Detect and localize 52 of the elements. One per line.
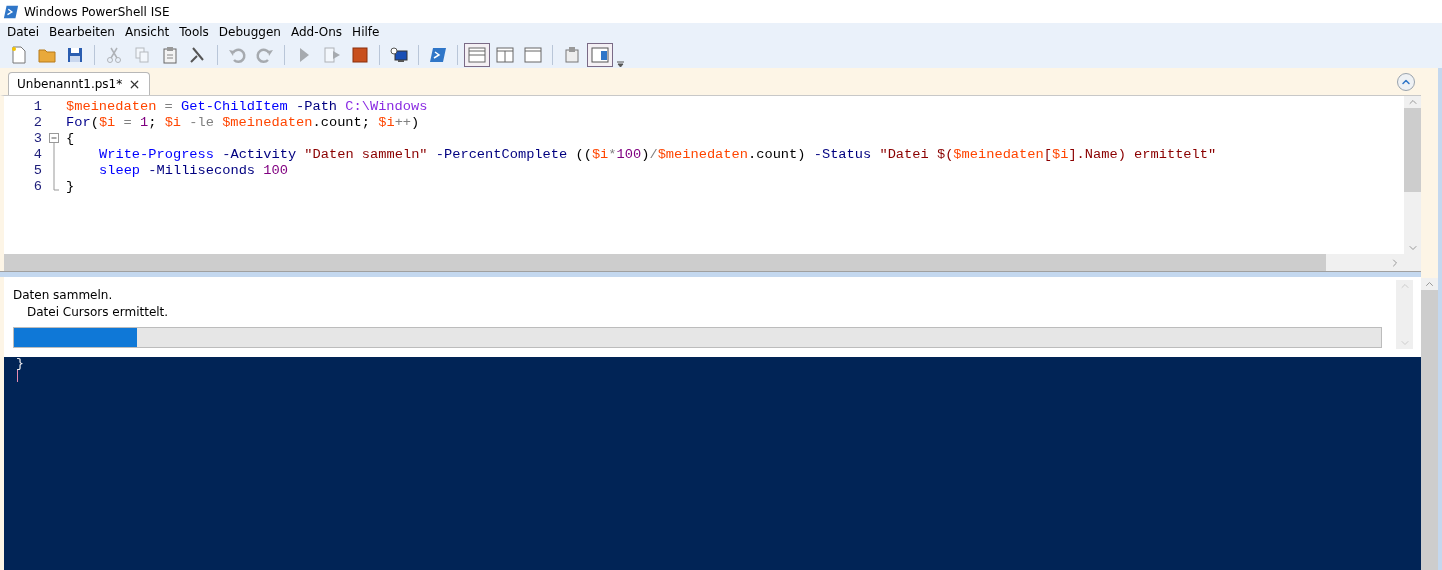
collapse-icon[interactable] xyxy=(49,130,59,146)
toolbar-button[interactable] xyxy=(464,42,490,67)
powershell-icon xyxy=(3,3,19,20)
menu-item[interactable]: Ansicht xyxy=(119,25,175,39)
progress-activity: Daten sammeln. xyxy=(13,287,114,304)
horizontal-scrollbar[interactable] xyxy=(0,254,1421,271)
window-title: Windows PowerShell ISE xyxy=(24,4,170,19)
copy-icon xyxy=(133,45,151,64)
brush-icon xyxy=(189,45,207,64)
menu-item[interactable]: Debuggen xyxy=(213,25,286,39)
code-line: sleep -Milliseconds 100 xyxy=(98,162,288,178)
console-line: } xyxy=(16,357,25,370)
snippet-icon xyxy=(563,45,581,64)
pane-top-icon xyxy=(468,45,486,64)
vertical-scrollbar[interactable] xyxy=(1421,278,1438,570)
line-number: 6 xyxy=(32,178,42,194)
code-line: { xyxy=(66,130,75,146)
scissors-icon xyxy=(105,45,123,64)
line-number: 5 xyxy=(32,162,42,178)
line-number: 1 xyxy=(32,98,42,114)
text-cursor xyxy=(17,370,18,382)
pane-maximize-icon xyxy=(524,45,542,64)
vertical-scrollbar[interactable] xyxy=(1404,96,1421,254)
powershell-icon xyxy=(429,45,447,64)
new-file-icon xyxy=(10,45,28,64)
line-number: 2 xyxy=(32,114,42,130)
collapse-button[interactable] xyxy=(1397,72,1415,91)
code-line: $meinedaten = Get-ChildItem -Path C:\Windows xyxy=(66,98,428,114)
line-number: 3 xyxy=(32,130,42,146)
show-script-pane-icon xyxy=(591,45,609,64)
vertical-scrollbar[interactable] xyxy=(1396,280,1413,349)
toolbar-button[interactable] xyxy=(587,42,613,67)
stop-icon xyxy=(351,45,369,64)
menu-item[interactable]: Bearbeiten xyxy=(44,25,120,39)
save-icon xyxy=(66,45,84,64)
chevron-up-icon[interactable] xyxy=(1421,278,1438,290)
code-line: Write-Progress -Activity "Daten sammeln" -PercentComplete (($i*100)/$meinedaten.count) -Status "Datei $($meinedaten[$i].Name) ermittelt" xyxy=(98,146,1217,162)
clipboard-icon xyxy=(161,45,179,64)
file-tab[interactable]: Unbenannt1.ps1* xyxy=(8,72,151,95)
code-line: } xyxy=(66,178,75,194)
pane-right-icon xyxy=(496,45,514,64)
menu-item[interactable]: Hilfe xyxy=(347,25,385,39)
overflow-icon[interactable] xyxy=(616,60,624,67)
menu-item[interactable]: Tools xyxy=(174,25,214,39)
menu-item[interactable]: Datei xyxy=(2,25,44,39)
remote-computer-icon xyxy=(390,45,408,64)
progress-status: Datei Cursors ermittelt. xyxy=(26,304,170,321)
tab-label: Unbenannt1.ps1* xyxy=(17,77,123,91)
code-line: For($i = 1; $i -le $meinedaten.count; $i++) xyxy=(66,114,420,130)
menu-item[interactable]: Add-Ons xyxy=(285,25,348,39)
line-number: 4 xyxy=(32,146,42,162)
run-selection-icon xyxy=(323,45,341,64)
